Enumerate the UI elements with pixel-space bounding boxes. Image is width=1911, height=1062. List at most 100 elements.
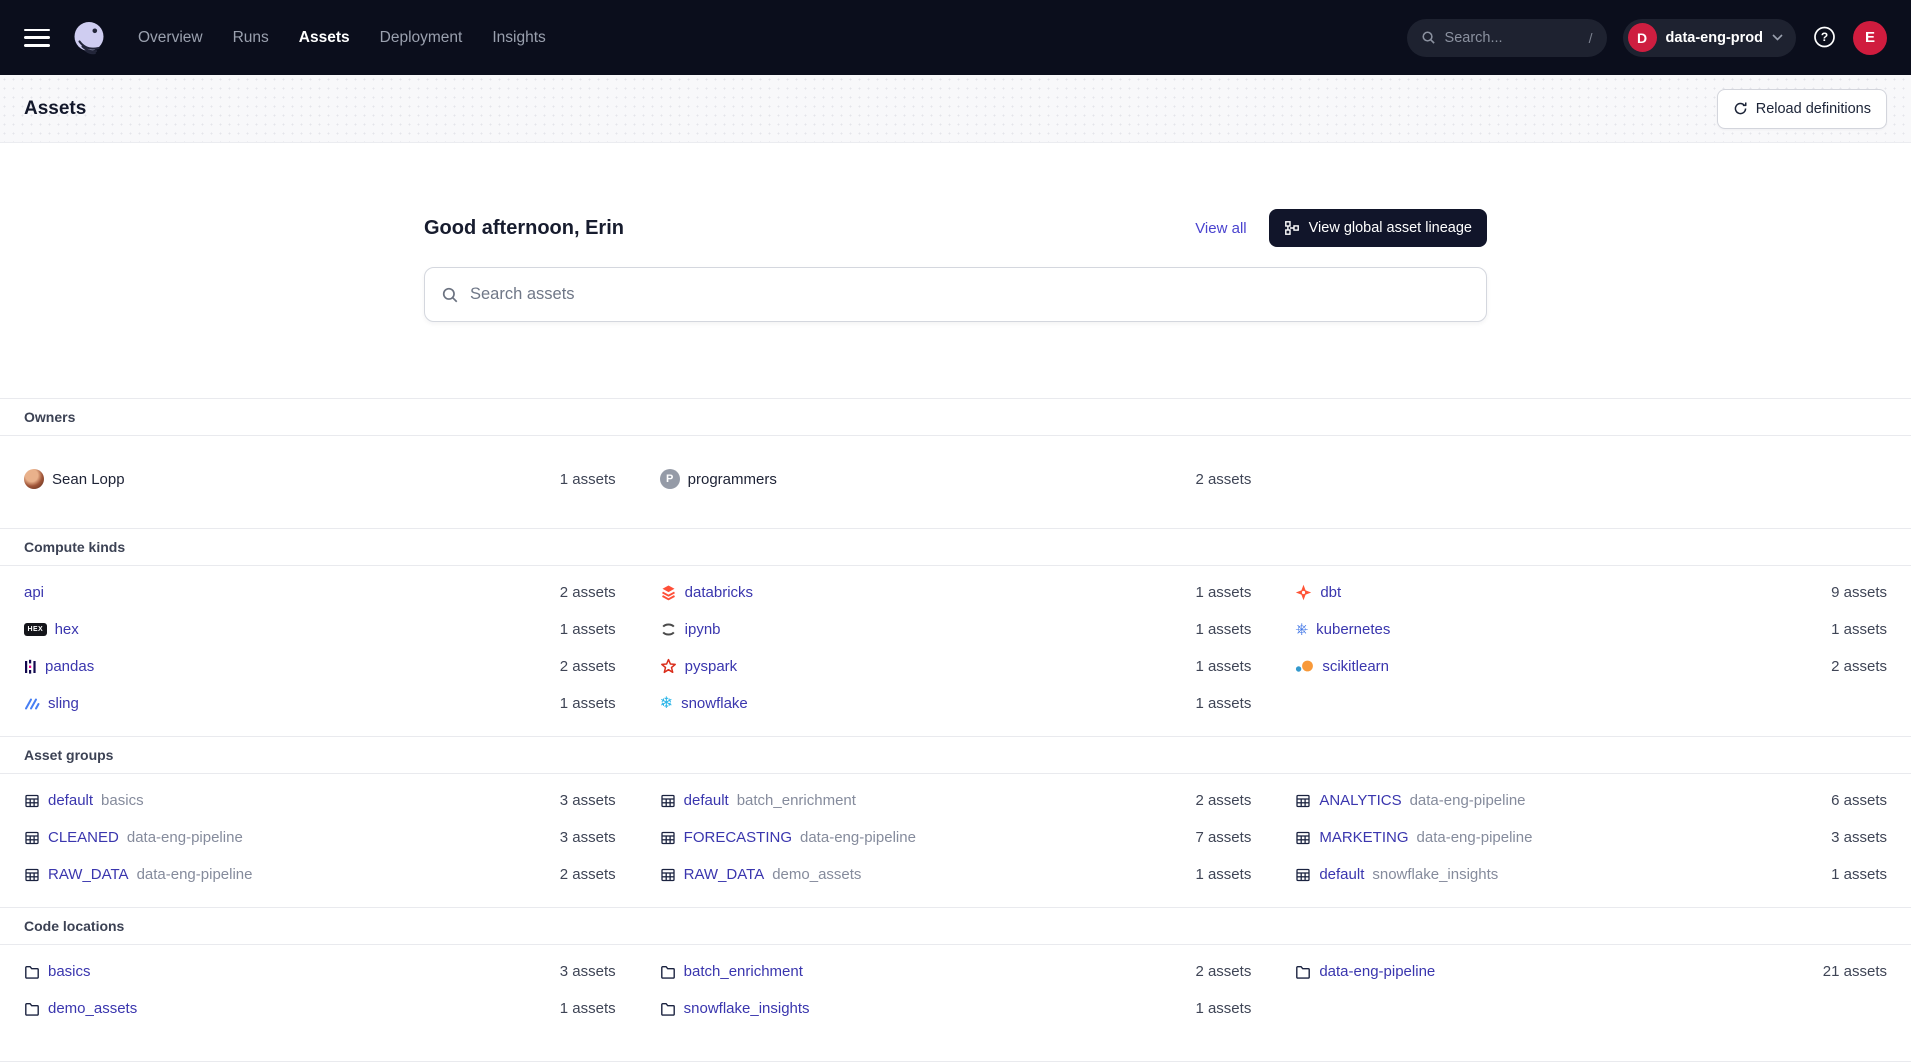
search-icon [1421,30,1436,45]
facet-name: basics [48,963,91,980]
facet-cell: databricks1 assets [660,584,1252,601]
page-header: Assets Reload definitions [0,75,1911,143]
global-search-input[interactable] [1445,30,1580,46]
facet-row: sling 1 assets ❄snowflake1 assets [0,685,1911,722]
facet-link-scikitlearn[interactable]: scikitlearn [1295,658,1389,675]
facet-link-programmers[interactable]: Pprogrammers [660,469,777,489]
facet-cell: defaultsnowflake_insights 1 assets [1295,866,1887,883]
facet-link-data-eng-pipeline[interactable]: data-eng-pipeline [1295,963,1435,980]
facet-cell: pandas2 assets [24,658,616,675]
hamburger-menu-icon[interactable] [24,29,50,47]
facet-name: data-eng-pipeline [1319,963,1435,980]
facet-link-databricks[interactable]: databricks [660,584,753,601]
asset-count: 2 assets [560,866,616,883]
assets-overview-main: Good afternoon, Erin View all View globa… [0,209,1911,1062]
facet-name: pyspark [685,658,738,675]
facet-link-raw-data[interactable]: RAW_DATAdemo_assets [660,866,862,883]
view-global-asset-lineage-button[interactable]: View global asset lineage [1269,209,1487,247]
facet-row: pandas2 assetspyspark1 assetsscikitlearn… [0,648,1911,685]
asset-count: 2 assets [1831,658,1887,675]
folder-icon [1295,964,1311,980]
section-asset-groups: Asset groupsdefaultbasics3 assetsdefault… [0,736,1911,907]
facet-link-snowflake[interactable]: ❄snowflake [660,695,748,712]
facet-name: MARKETING [1319,829,1408,846]
help-icon[interactable]: ? [1812,25,1837,50]
facet-link-pyspark[interactable]: pyspark [660,658,738,675]
facet-cell: sling 1 assets [24,695,616,712]
facet-cell: FORECASTINGdata-eng-pipeline7 assets [660,829,1252,846]
facet-link-kubernetes[interactable]: ⎈kubernetes [1295,621,1390,638]
nav-item-insights[interactable]: Insights [492,29,545,47]
nav-item-runs[interactable]: Runs [233,29,269,47]
facet-cell: snowflake_insights1 assets [660,1000,1252,1017]
facet-link-marketing[interactable]: MARKETINGdata-eng-pipeline [1295,829,1532,846]
facet-link-sling[interactable]: sling [24,695,79,712]
asset-count: 1 assets [1195,658,1251,675]
facet-row: RAW_DATAdata-eng-pipeline 2 assets RAW_DAT… [0,856,1911,893]
facet-row: CLEANEDdata-eng-pipeline3 assets FORECAST… [0,819,1911,856]
facet-link-ipynb[interactable]: ipynb [660,621,721,638]
ipynb-icon [660,622,677,637]
section-title: Compute kinds [0,528,1911,566]
facet-link-basics[interactable]: basics [24,963,91,980]
facet-name: ipynb [685,621,721,638]
facet-name: RAW_DATA [48,866,129,883]
dbt-icon [1295,584,1312,601]
facet-link-forecasting[interactable]: FORECASTINGdata-eng-pipeline [660,829,916,846]
facet-cell: ❄snowflake1 assets [660,695,1252,712]
facet-name: demo_assets [48,1000,137,1017]
snowflake-icon: ❄ [660,696,673,712]
facet-cell: CLEANEDdata-eng-pipeline3 assets [24,829,616,846]
asset-group-icon [24,830,40,846]
global-search[interactable]: / [1407,19,1607,57]
pandas-icon [24,659,37,675]
nav-item-overview[interactable]: Overview [138,29,203,47]
facet-link-batch-enrichment[interactable]: batch_enrichment [660,963,803,980]
facet-link-sean-lopp[interactable]: Sean Lopp [24,469,125,489]
view-all-link[interactable]: View all [1195,220,1246,237]
facet-row: defaultbasics3 assetsdefaultbatch_enrich… [0,782,1911,819]
nav-item-deployment[interactable]: Deployment [380,29,463,47]
facet-link-snowflake-insights[interactable]: snowflake_insights [660,1000,810,1017]
facet-link-hex[interactable]: HEXhex [24,621,79,638]
facet-cell: ipynb1 assets [660,621,1252,638]
facet-link-default[interactable]: defaultbasics [24,792,144,809]
asset-facet-sections: OwnersSean Lopp1 assetsPprogrammers2 ass… [0,398,1911,1041]
facet-link-cleaned[interactable]: CLEANEDdata-eng-pipeline [24,829,243,846]
facet-cell: scikitlearn 2 assets [1295,658,1887,675]
lineage-graph-icon [1284,220,1300,236]
deployment-switcher[interactable]: D data-eng-prod [1623,19,1796,57]
programmers-badge: P [660,469,680,489]
asset-count: 1 assets [560,695,616,712]
asset-search-box[interactable] [424,267,1487,322]
refresh-icon [1733,101,1748,116]
svg-text:?: ? [1821,30,1828,44]
asset-search-input[interactable] [470,285,1470,304]
facet-cell: ANALYTICSdata-eng-pipeline6 assets [1295,792,1887,809]
deployment-initial-badge: D [1628,23,1657,52]
user-avatar[interactable]: E [1853,21,1887,55]
facet-name: snowflake_insights [684,1000,810,1017]
asset-count: 1 assets [1831,866,1887,883]
facet-link-raw-data[interactable]: RAW_DATAdata-eng-pipeline [24,866,252,883]
asset-group-icon [660,830,676,846]
facet-cell: data-eng-pipeline21 assets [1295,963,1887,980]
facet-link-analytics[interactable]: ANALYTICSdata-eng-pipeline [1295,792,1525,809]
facet-name: programmers [688,471,777,488]
facet-link-dbt[interactable]: dbt [1295,584,1341,601]
asset-count: 2 assets [560,584,616,601]
facet-link-api[interactable]: api [24,584,44,601]
facet-name: default [684,792,729,809]
facet-link-default[interactable]: defaultbatch_enrichment [660,792,856,809]
facet-link-default[interactable]: defaultsnowflake_insights [1295,866,1498,883]
nav-item-assets[interactable]: Assets [299,29,350,47]
reload-definitions-button[interactable]: Reload definitions [1717,89,1887,129]
dagster-logo-icon[interactable] [68,17,110,59]
facet-name: ANALYTICS [1319,792,1401,809]
facet-link-pandas[interactable]: pandas [24,658,94,675]
facet-cell: MARKETINGdata-eng-pipeline3 assets [1295,829,1887,846]
primary-nav: Overview Runs Assets Deployment Insights [138,29,546,47]
asset-count: 9 assets [1831,584,1887,601]
facet-link-demo-assets[interactable]: demo_assets [24,1000,137,1017]
facet-cell: Pprogrammers2 assets [660,469,1252,489]
